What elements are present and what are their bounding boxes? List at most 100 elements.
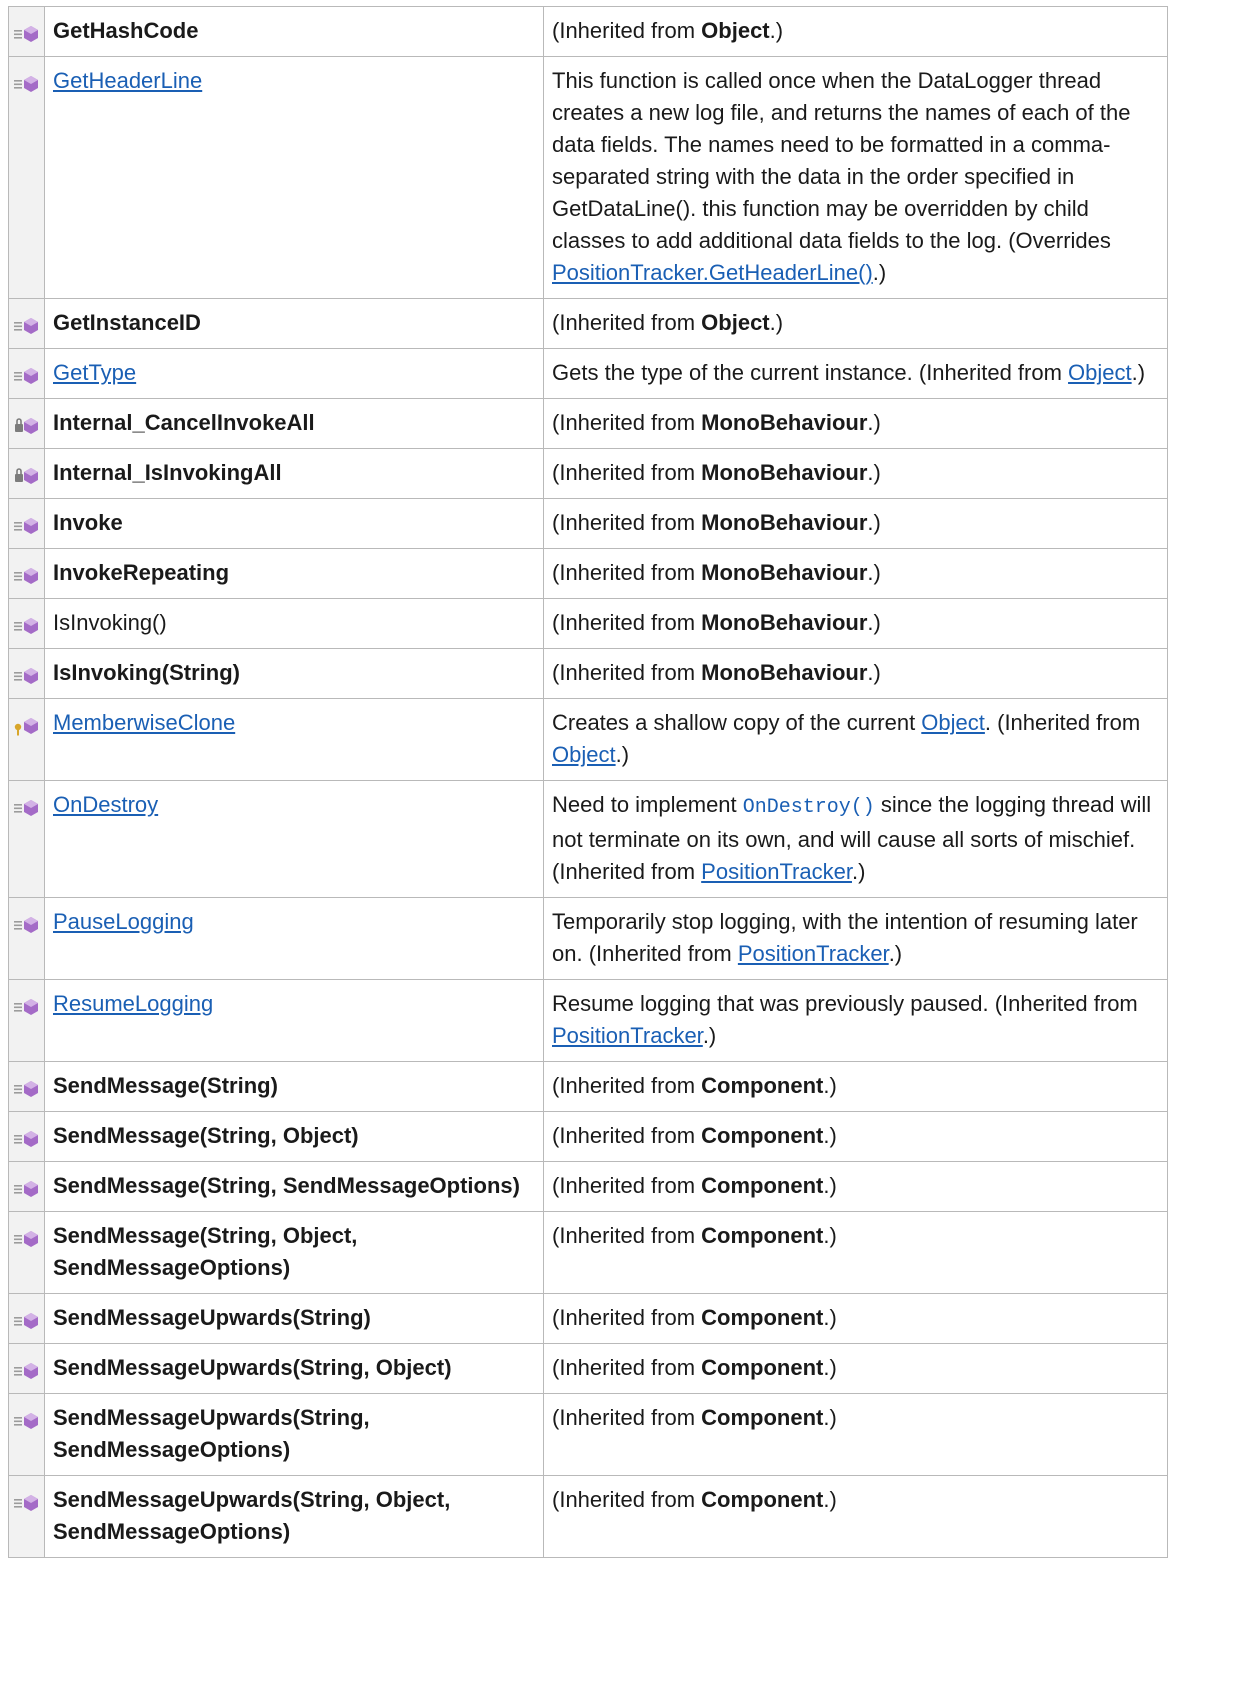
member-name-cell: SendMessageUpwards(String, SendMessageOp…: [44, 1393, 544, 1476]
member-icon-cell: [8, 448, 45, 499]
member-icon-cell: [8, 648, 45, 699]
description-text: Need to implement: [552, 792, 743, 817]
member-description: (Inherited from MonoBehaviour.): [543, 648, 1168, 699]
member-icon-cell: [8, 498, 45, 549]
member-icon-cell: [8, 1211, 45, 1294]
member-name-cell: OnDestroy: [44, 780, 544, 898]
description-text: .): [615, 742, 630, 767]
member-description: Resume logging that was previously pause…: [543, 979, 1168, 1062]
member-row: IsInvoking(String) (Inherited from MonoBe…: [8, 648, 1168, 699]
description-text: (Inherited from: [552, 410, 702, 435]
description-link[interactable]: Object: [552, 742, 616, 767]
member-icon-cell: [8, 780, 45, 898]
member-name-link[interactable]: MemberwiseClone: [53, 710, 235, 735]
description-text: .): [888, 941, 903, 966]
description-bold-text: Component: [701, 1173, 824, 1198]
member-description: (Inherited from MonoBehaviour.): [543, 498, 1168, 549]
public-method-icon: [13, 76, 38, 92]
member-name-cell: GetHashCode: [44, 6, 544, 57]
description-text: .): [823, 1123, 837, 1148]
member-icon-cell: [8, 1293, 45, 1344]
description-link[interactable]: PositionTracker: [738, 941, 889, 966]
public-method-icon: [13, 1181, 38, 1197]
member-name: Internal_CancelInvokeAll: [53, 410, 315, 435]
description-text: .): [823, 1305, 837, 1330]
member-name-link[interactable]: GetHeaderLine: [53, 68, 202, 93]
description-link[interactable]: PositionTracker: [552, 1023, 703, 1048]
member-name: SendMessageUpwards(String, Object, SendM…: [53, 1487, 451, 1544]
member-row: SendMessageUpwards(String, SendMessageOp…: [8, 1393, 1168, 1476]
member-name: SendMessage(String): [53, 1073, 278, 1098]
public-method-icon: [13, 518, 38, 534]
description-bold-text: Component: [701, 1073, 824, 1098]
member-name-link[interactable]: GetType: [53, 360, 136, 385]
description-bold-text: MonoBehaviour: [701, 610, 868, 635]
member-row: GetHeaderLine This function is called onc…: [8, 56, 1168, 299]
member-name: SendMessageUpwards(String, Object): [53, 1355, 452, 1380]
description-text: (Inherited from: [552, 660, 702, 685]
member-name: Internal_IsInvokingAll: [53, 460, 282, 485]
member-icon-cell: [8, 1393, 45, 1476]
member-name-cell: Invoke: [44, 498, 544, 549]
member-name-cell: SendMessageUpwards(String, Object, SendM…: [44, 1475, 544, 1558]
description-bold-text: MonoBehaviour: [701, 460, 868, 485]
member-name: IsInvoking(): [53, 610, 167, 635]
member-row: SendMessage(String, SendMessageOptions) (…: [8, 1161, 1168, 1212]
description-text: .): [1131, 360, 1146, 385]
public-method-icon: [13, 1313, 38, 1329]
description-link[interactable]: Object: [1068, 360, 1132, 385]
description-link[interactable]: PositionTracker.GetHeaderLine(): [552, 260, 873, 285]
member-icon-cell: [8, 598, 45, 649]
member-icon-cell: [8, 348, 45, 399]
description-text: .): [769, 310, 784, 335]
public-method-icon: [13, 999, 38, 1015]
description-text: Resume logging that was previously pause…: [552, 991, 1138, 1016]
member-row: MemberwiseClone Creates a shallow copy of…: [8, 698, 1168, 781]
member-name-link[interactable]: PauseLogging: [53, 909, 194, 934]
description-text: .): [823, 1355, 837, 1380]
member-description: (Inherited from Component.): [543, 1343, 1168, 1394]
member-icon-cell: [8, 1111, 45, 1162]
member-name: SendMessageUpwards(String, SendMessageOp…: [53, 1405, 370, 1462]
private-method-icon: [14, 468, 38, 484]
description-text: .): [867, 410, 881, 435]
member-row: Invoke (Inherited from MonoBehaviour.): [8, 498, 1168, 549]
description-text: .): [769, 18, 784, 43]
member-description: (Inherited from Component.): [543, 1393, 1168, 1476]
description-bold-text: Object: [701, 18, 770, 43]
description-bold-text: MonoBehaviour: [701, 660, 868, 685]
description-bold-text: Component: [701, 1405, 824, 1430]
description-text: . (Inherited from: [984, 710, 1141, 735]
member-name-cell: PauseLogging: [44, 897, 544, 980]
member-name-link[interactable]: ResumeLogging: [53, 991, 213, 1016]
public-method-icon: [13, 668, 38, 684]
public-method-icon: [13, 1231, 38, 1247]
description-bold-text: Component: [701, 1487, 824, 1512]
member-description: (Inherited from MonoBehaviour.): [543, 548, 1168, 599]
member-name-cell: SendMessageUpwards(String): [44, 1293, 544, 1344]
private-method-icon: [14, 418, 38, 434]
description-text: .): [851, 859, 866, 884]
description-link[interactable]: Object: [921, 710, 985, 735]
description-link[interactable]: PositionTracker: [701, 859, 852, 884]
member-name-link[interactable]: OnDestroy: [53, 792, 158, 817]
member-icon-cell: [8, 1343, 45, 1394]
description-text: .): [867, 510, 881, 535]
member-name-cell: IsInvoking(): [44, 598, 544, 649]
description-bold-text: Object: [701, 310, 770, 335]
member-description: (Inherited from Component.): [543, 1161, 1168, 1212]
member-name-cell: Internal_IsInvokingAll: [44, 448, 544, 499]
description-bold-text: Component: [701, 1355, 824, 1380]
member-name: SendMessage(String, Object): [53, 1123, 359, 1148]
member-description: (Inherited from Component.): [543, 1475, 1168, 1558]
description-text: (Inherited from: [552, 460, 702, 485]
member-icon-cell: [8, 1061, 45, 1112]
public-method-icon: [13, 568, 38, 584]
member-row: PauseLogging Temporarily stop logging, wi…: [8, 897, 1168, 980]
member-name-cell: SendMessageUpwards(String, Object): [44, 1343, 544, 1394]
member-description: Need to implement OnDestroy() since the …: [543, 780, 1168, 898]
description-text: Gets the type of the current instance. (…: [552, 360, 1069, 385]
description-bold-text: Component: [701, 1223, 824, 1248]
member-name-cell: SendMessage(String): [44, 1061, 544, 1112]
member-row: SendMessage(String, Object, SendMessageO…: [8, 1211, 1168, 1294]
